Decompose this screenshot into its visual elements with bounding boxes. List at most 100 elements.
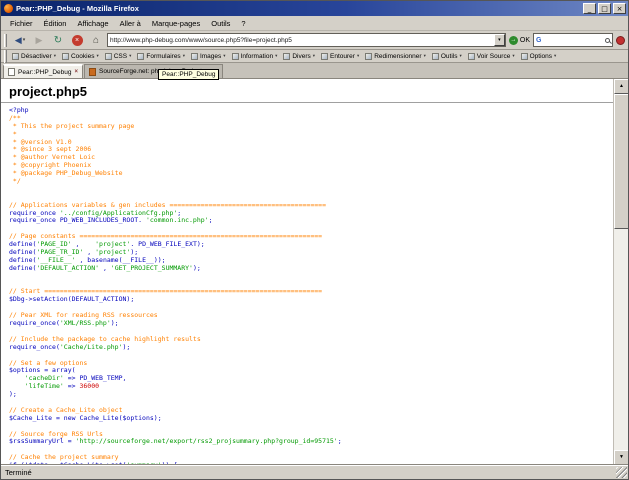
devbar-item-information[interactable]: Information ▾ <box>229 52 281 60</box>
go-arrow-icon: → <box>508 35 518 45</box>
chevron-down-icon: ▾ <box>223 53 226 58</box>
maximize-button[interactable]: □ <box>598 3 611 14</box>
devbar-label: Information <box>240 52 274 60</box>
misc-icon <box>283 52 291 60</box>
devbar-item-resize[interactable]: Redimensionner ▾ <box>362 52 429 60</box>
search-icon <box>605 37 610 43</box>
menu-affichage[interactable]: Affichage <box>72 18 113 29</box>
firefox-icon <box>4 4 13 13</box>
devbar-label: Désactiver <box>21 52 52 60</box>
vertical-scrollbar[interactable]: ▲ ▼ <box>613 79 628 465</box>
reload-button[interactable]: ↻ <box>50 33 66 48</box>
webdeveloper-toolbar: Désactiver ▾ Cookies ▾ CSS ▾ Formulaires ▾ I… <box>1 49 628 63</box>
tools-icon <box>431 52 439 60</box>
code-line: define('DEFAULT_ACTION' , 'GET_PROJECT_S… <box>9 263 201 272</box>
url-bar: ▾ <box>107 33 506 47</box>
minimize-button[interactable]: _ <box>583 3 596 14</box>
devbar-label: Options <box>529 52 553 60</box>
url-input[interactable] <box>110 34 494 46</box>
search-engine-icon[interactable]: G <box>536 37 541 44</box>
chevron-down-icon: ▾ <box>96 53 99 58</box>
back-icon: ◀ <box>14 34 22 45</box>
menu-bar: Fichier Édition Affichage Aller à Marque… <box>1 16 628 31</box>
menu-aller-a[interactable]: Aller à <box>115 18 146 29</box>
code-line: * <box>9 129 17 138</box>
devbar-label: Formulaires <box>146 52 181 60</box>
menu-fichier[interactable]: Fichier <box>5 18 38 29</box>
code-line: ); <box>9 390 17 399</box>
forward-button[interactable]: ▶ <box>31 33 47 48</box>
code-line: $rssSummaryUrl = 'http://sourceforge.net… <box>9 437 342 446</box>
chevron-down-icon: ▾ <box>275 53 278 58</box>
devbar-label: Redimensionner <box>374 52 422 60</box>
reload-icon: ↻ <box>53 34 63 46</box>
devbar-item-view-source[interactable]: Voir Source ▾ <box>465 52 518 60</box>
menu-edition[interactable]: Édition <box>39 18 72 29</box>
code-line: require_once('Cache/Lite.php'); <box>9 342 131 351</box>
chevron-down-icon: ▾ <box>423 53 426 58</box>
devbar-item-cookies[interactable]: Cookies ▾ <box>59 52 102 60</box>
cookies-icon <box>61 52 69 60</box>
titlebar: Pear::PHP_Debug - Mozilla Firefox _ □ × <box>1 1 628 16</box>
devbar-item-forms[interactable]: Formulaires ▾ <box>134 52 188 60</box>
back-button[interactable]: ◀ ▾ <box>12 33 28 48</box>
resize-grip[interactable] <box>616 467 627 478</box>
menu-aide[interactable]: ? <box>236 18 250 29</box>
go-button[interactable]: → OK <box>508 35 530 45</box>
tooltip: Pear::PHP_Debug <box>158 69 220 80</box>
url-history-dropdown[interactable]: ▾ <box>493 34 505 46</box>
tab-favicon <box>8 68 15 76</box>
devbar-item-tools[interactable]: Outils ▾ <box>429 52 465 60</box>
tab-label: Pear::PHP_Debug <box>18 68 72 76</box>
devbar-item-misc[interactable]: Divers ▾ <box>280 52 318 60</box>
code-line: // Set a few options <box>9 358 88 367</box>
toolbar-grippy <box>4 49 7 63</box>
chevron-down-icon: ▾ <box>459 53 462 58</box>
css-icon <box>104 52 112 60</box>
devbar-label: Entourer <box>330 52 355 60</box>
code-block: <?php/** * This the project summary page… <box>1 103 613 465</box>
devbar-item-outline[interactable]: Entourer ▾ <box>318 52 362 60</box>
close-button[interactable]: × <box>613 3 626 14</box>
stop-button[interactable]: × <box>69 33 85 48</box>
view-source-icon <box>467 52 475 60</box>
code-line: * This the project summary page <box>9 121 135 130</box>
chevron-down-icon: ▾ <box>182 53 185 58</box>
code-line: 'lifeTime' => 36000 <box>24 382 100 391</box>
information-icon <box>231 52 239 60</box>
extension-icon[interactable] <box>616 35 625 45</box>
tab-close-icon[interactable]: × <box>74 69 78 75</box>
scroll-up-button[interactable]: ▲ <box>614 79 628 94</box>
navigation-toolbar: ◀ ▾ ▶ ↻ × ⌂ ▾ → OK G <box>1 31 628 50</box>
search-bar: G <box>533 33 613 47</box>
options-icon <box>520 52 528 60</box>
devbar-item-options[interactable]: Options ▾ <box>518 52 560 60</box>
home-icon: ⌂ <box>92 34 100 46</box>
toolbar-grippy <box>4 33 7 47</box>
tab-php-debug[interactable]: Pear::PHP_Debug × <box>3 64 83 78</box>
code-line: require_once('XML/RSS.php'); <box>9 319 119 328</box>
page-header: project.php5 <box>1 79 613 103</box>
tab-favicon-sourceforge <box>89 67 96 76</box>
devbar-item-disable[interactable]: Désactiver ▾ <box>9 52 59 60</box>
devbar-item-css[interactable]: CSS ▾ <box>102 52 135 60</box>
devbar-item-images[interactable]: Images ▾ <box>188 52 229 60</box>
menu-outils[interactable]: Outils <box>206 18 235 29</box>
scroll-down-button[interactable]: ▼ <box>614 450 628 465</box>
code-line: 'cacheDir' => PD_WEB_TEMP, <box>24 374 127 383</box>
status-bar: Terminé <box>1 465 628 479</box>
code-line: * @since 3 sept 2006 <box>9 145 92 154</box>
forward-icon: ▶ <box>35 34 43 45</box>
forms-icon <box>137 52 145 60</box>
home-button[interactable]: ⌂ <box>88 33 104 48</box>
code-line: $Cache_Lite = new Cache_Lite($options); <box>9 413 162 422</box>
code-line: * @package PHP_Debug_Website <box>9 169 123 178</box>
page-viewport: project.php5 <?php/** * This the project… <box>1 79 613 465</box>
menu-marque-pages[interactable]: Marque-pages <box>147 18 205 29</box>
devbar-label: Divers <box>292 52 311 60</box>
go-button-label: OK <box>519 36 530 44</box>
chevron-down-icon: ▾ <box>512 53 515 58</box>
code-line: */ <box>9 177 21 186</box>
scrollbar-thumb[interactable] <box>614 94 628 229</box>
search-input[interactable] <box>543 36 603 44</box>
